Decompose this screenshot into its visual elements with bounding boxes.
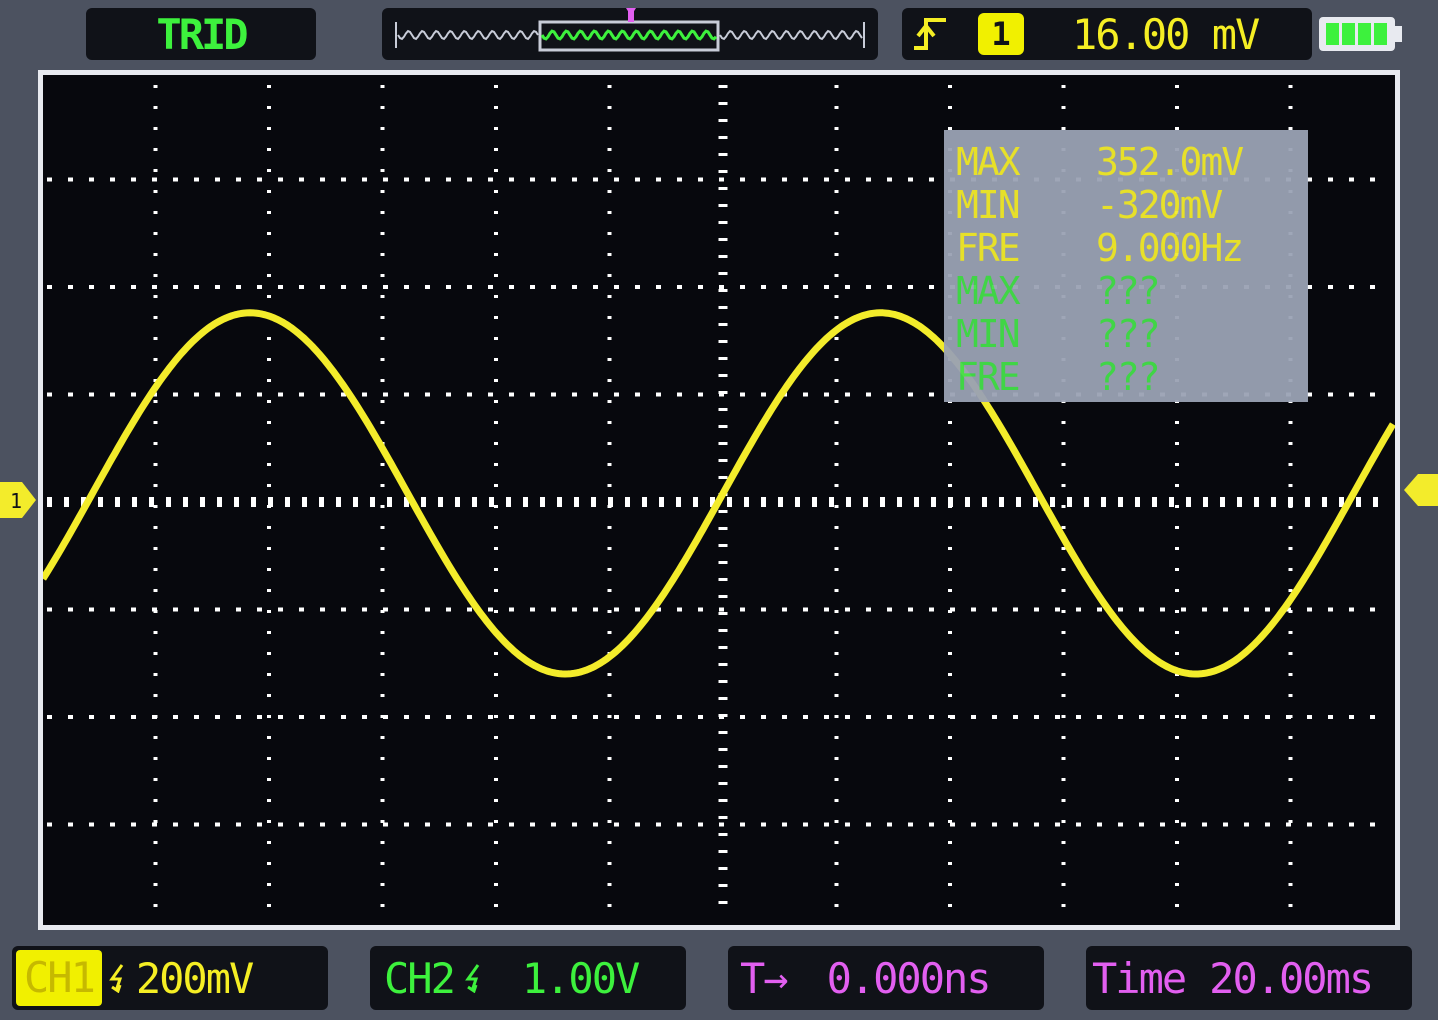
ch2-min-value: ??? xyxy=(1096,311,1161,356)
dc-coupling-icon xyxy=(464,964,480,993)
ch2-max-label: MAX xyxy=(956,268,1021,313)
ch2-label: CH2 xyxy=(384,953,456,1003)
memory-window[interactable] xyxy=(538,20,720,52)
memory-position-bar[interactable] xyxy=(382,8,878,60)
dc-coupling-icon xyxy=(108,964,124,993)
trigger-level: 16.00 mV xyxy=(1072,9,1260,59)
trigger-position-value: 0.000ns xyxy=(826,953,992,1003)
ch1-max-value: 352.0mV xyxy=(1096,139,1244,184)
ch1-min-row: MIN -320mV xyxy=(956,182,1298,227)
ch2-volts-per-div: 1.00V xyxy=(521,953,640,1003)
timebase-settings[interactable]: Time 20.00ms xyxy=(1086,946,1412,1010)
ch1-max-row: MAX 352.0mV xyxy=(956,139,1298,184)
ch2-max-row: MAX ??? xyxy=(956,268,1298,313)
trigger-position-settings[interactable]: T→ 0.000ns xyxy=(728,946,1044,1010)
ch1-min-value: -320mV xyxy=(1096,182,1223,227)
battery-icon xyxy=(1319,17,1402,51)
measurement-panel: MAX 352.0mV MIN -320mV FRE 9.000Hz MAX ?… xyxy=(944,130,1308,402)
ch1-freq-label: FRE xyxy=(956,225,1021,270)
rising-edge-icon xyxy=(914,18,946,50)
ch2-max-value: ??? xyxy=(1096,268,1161,313)
ch2-freq-value: ??? xyxy=(1096,354,1161,399)
timebase-label: Time xyxy=(1092,953,1187,1003)
ch1-settings[interactable]: CH1 200mV xyxy=(12,946,328,1010)
trigger-channel-badge: 1 xyxy=(978,13,1024,55)
ch1-volts-per-div: 200mV xyxy=(135,953,254,1003)
ch2-freq-row: FRE ??? xyxy=(956,354,1298,399)
trigger-status: TRID xyxy=(156,9,248,59)
trigger-level-marker[interactable] xyxy=(1404,470,1438,510)
ch1-label: CH1 xyxy=(16,950,102,1006)
ch2-freq-label: FRE xyxy=(956,354,1021,399)
ch1-min-label: MIN xyxy=(956,182,1021,227)
trigger-info-box[interactable]: 1 16.00 mV xyxy=(902,8,1312,60)
ch1-ground-marker[interactable]: 1 xyxy=(0,478,38,522)
ch2-min-label: MIN xyxy=(956,311,1021,356)
timebase-value: 20.00ms xyxy=(1209,953,1374,1003)
memory-bar-graphic xyxy=(395,8,865,52)
ch1-max-label: MAX xyxy=(956,139,1021,184)
ch2-min-row: MIN ??? xyxy=(956,311,1298,356)
ch1-marker-label: 1 xyxy=(10,489,22,513)
ch1-freq-row: FRE 9.000Hz xyxy=(956,225,1298,270)
ch2-settings[interactable]: CH2 1.00V xyxy=(370,946,686,1010)
trigger-status-box: TRID xyxy=(86,8,316,60)
memory-trigger-marker xyxy=(626,8,636,22)
ch1-freq-value: 9.000Hz xyxy=(1096,225,1244,270)
trigger-position-label: T→ xyxy=(740,953,789,1003)
